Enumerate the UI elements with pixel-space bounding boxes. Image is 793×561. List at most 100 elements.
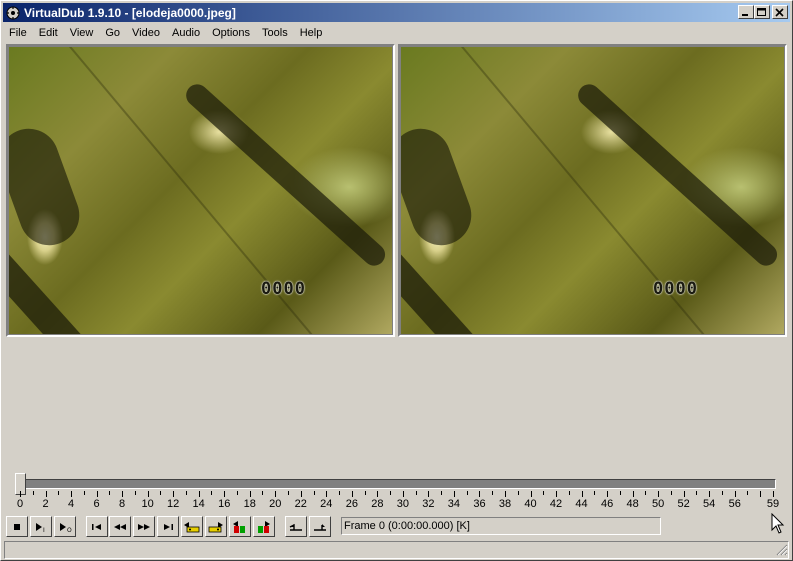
- timeline-tick: [249, 491, 251, 497]
- play-input-icon: I: [36, 522, 45, 533]
- timeline-tick: [364, 491, 366, 495]
- timeline-tick-label: 34: [447, 498, 461, 510]
- output-video-frame: 0000: [401, 47, 784, 334]
- timeline-tick-label: 52: [677, 498, 690, 510]
- timeline-tick: [594, 491, 596, 495]
- timeline-tick: [632, 491, 634, 497]
- timeline-tick-label: 44: [575, 498, 588, 510]
- prev-scene-icon: [233, 520, 245, 533]
- next-keyframe-icon: [208, 521, 223, 532]
- timeline-tick: [645, 491, 647, 495]
- play-output-button[interactable]: O: [54, 516, 76, 537]
- prev-keyframe-button[interactable]: [181, 516, 203, 537]
- timeline-tick-label: 59: [766, 498, 780, 510]
- timeline-tick-label: 42: [549, 498, 563, 510]
- timeline-tick-label: 4: [67, 498, 75, 510]
- stop-button[interactable]: [6, 516, 28, 537]
- timeline-tick: [198, 491, 200, 497]
- step-forward-button[interactable]: [133, 516, 155, 537]
- timeline-tick: [492, 491, 494, 495]
- timeline-track[interactable]: [16, 479, 776, 489]
- output-video-pane[interactable]: 0000: [398, 44, 787, 337]
- go-to-start-button[interactable]: [86, 516, 108, 537]
- timeline-tick: [236, 491, 238, 495]
- go-to-start-icon: [92, 523, 101, 530]
- timeline-tick: [415, 491, 417, 495]
- timeline-tick-label: 30: [396, 498, 409, 510]
- timeline-tick: [453, 491, 455, 497]
- timeline-tick-label: 32: [422, 498, 435, 510]
- timeline-tick-label: 12: [167, 498, 180, 510]
- timeline-tick: [109, 491, 111, 495]
- window-title: VirtualDub 1.9.10 - [elodeja0000.jpeg]: [24, 5, 236, 20]
- next-keyframe-button[interactable]: [205, 516, 227, 537]
- frame-status-field: Frame 0 (0:00:00.000) [K]: [341, 517, 661, 535]
- mark-out-button[interactable]: [309, 516, 331, 537]
- stop-icon: [14, 523, 20, 530]
- timeline-tick-label: 0: [16, 498, 24, 510]
- timeline-tick-label: 28: [371, 498, 384, 510]
- timeline-tick: [262, 491, 264, 495]
- mark-out-icon: [314, 523, 326, 531]
- timeline-tick: [71, 491, 73, 497]
- prev-scene-button[interactable]: [229, 516, 251, 537]
- input-video-pane[interactable]: 0000: [6, 44, 395, 337]
- timeline-tick: [734, 491, 736, 497]
- timeline-tick: [709, 491, 711, 497]
- timeline-tick-label: 26: [345, 498, 358, 510]
- timeline-tick-label: 36: [473, 498, 486, 510]
- timeline-tick: [556, 491, 558, 497]
- timeline-tick: [607, 491, 609, 497]
- menu-options[interactable]: Options: [206, 24, 256, 42]
- timeline-tick: [122, 491, 124, 497]
- timeline-tick: [543, 491, 545, 495]
- timeline-tick: [747, 491, 749, 495]
- menu-video[interactable]: Video: [126, 24, 166, 42]
- menu-tools[interactable]: Tools: [256, 24, 294, 42]
- minimize-button[interactable]: [738, 5, 754, 19]
- menu-help[interactable]: Help: [294, 24, 329, 42]
- timeline-tick: [20, 491, 21, 497]
- timeline-tick: [32, 491, 34, 495]
- menu-audio[interactable]: Audio: [166, 24, 206, 42]
- timeline-tick: [83, 491, 85, 495]
- timeline-tick-label: 48: [626, 498, 639, 510]
- timeline-tick: [134, 491, 136, 495]
- title-bar[interactable]: VirtualDub 1.9.10 - [elodeja0000.jpeg]: [3, 3, 790, 22]
- menu-bar: File Edit View Go Video Audio Options To…: [3, 23, 328, 43]
- menu-go[interactable]: Go: [99, 24, 126, 42]
- menu-edit[interactable]: Edit: [33, 24, 64, 42]
- close-button[interactable]: [772, 5, 788, 19]
- timeline-tick: [773, 491, 774, 497]
- menu-view[interactable]: View: [64, 24, 100, 42]
- step-back-button[interactable]: [109, 516, 131, 537]
- menu-file[interactable]: File: [3, 24, 33, 42]
- timeline-tick: [760, 491, 762, 497]
- go-to-end-icon: [164, 523, 173, 530]
- next-scene-button[interactable]: [253, 516, 275, 537]
- play-input-button[interactable]: I: [30, 516, 52, 537]
- timeline-tick: [670, 491, 672, 495]
- resize-grip-icon[interactable]: [776, 544, 788, 556]
- timeline-tick: [402, 491, 404, 497]
- timeline-tick: [224, 491, 226, 497]
- go-to-end-button[interactable]: [157, 516, 179, 537]
- timeline-tick: [326, 491, 328, 497]
- input-frame-counter: 0000: [261, 279, 306, 299]
- step-back-icon: [114, 523, 126, 530]
- timeline-tick: [96, 491, 98, 497]
- timeline-tick: [211, 491, 213, 495]
- virtualdub-app-icon[interactable]: [5, 5, 21, 21]
- next-scene-icon: [258, 520, 270, 533]
- timeline-tick-label: 24: [320, 498, 333, 510]
- timeline-tick: [275, 491, 277, 497]
- svg-text:I: I: [43, 527, 45, 533]
- timeline-tick-label: 40: [524, 498, 537, 510]
- timeline-tick-label: 38: [498, 498, 512, 510]
- maximize-button[interactable]: [754, 5, 770, 19]
- timeline-tick-label: 50: [652, 498, 665, 510]
- timeline-tick: [696, 491, 698, 495]
- mark-in-button[interactable]: [285, 516, 307, 537]
- timeline-tick: [300, 491, 302, 497]
- timeline-tick: [504, 491, 506, 497]
